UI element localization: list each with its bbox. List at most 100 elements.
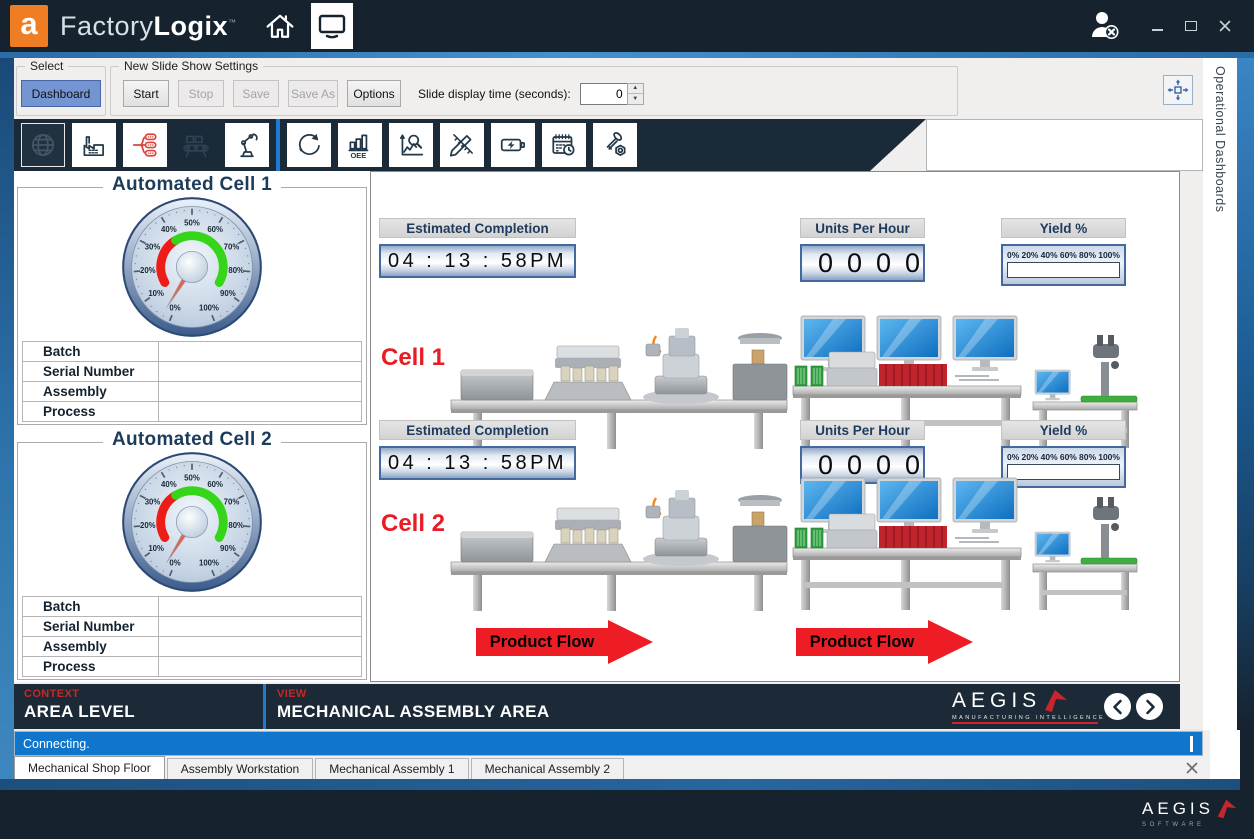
product-flow-arrow: Product Flow: [796, 620, 973, 664]
svg-text:70%: 70%: [224, 498, 240, 507]
context-block: CONTEXT AREA LEVEL: [24, 688, 135, 722]
yield-tick-labels: 0%20%40%60%80%100%: [1007, 250, 1120, 260]
yield-gauge: 0%20%40%60%80%100%: [1001, 244, 1126, 286]
robot-arm-icon-button[interactable]: [225, 123, 269, 167]
table-row: Assembly: [23, 382, 362, 402]
next-view-button[interactable]: [1136, 693, 1163, 720]
chart-analysis-icon-button[interactable]: [389, 123, 433, 167]
product-flow-arrow: Product Flow: [476, 620, 653, 664]
float-panel-button[interactable]: [1163, 75, 1193, 105]
units-per-hour-header: Units Per Hour: [800, 218, 925, 238]
aegis-software-logo: AEGIS SOFTWARE: [1142, 798, 1238, 828]
stop-button[interactable]: Stop: [178, 80, 224, 107]
cell-gauge: 0%10%20%30%40%50%60%70%80%90%100%: [119, 449, 265, 595]
titlebar: a FactoryLogix™: [0, 0, 1254, 52]
dashboard-tab-strip: Mechanical Shop Floor Assembly Workstati…: [14, 757, 1210, 779]
spin-down-icon[interactable]: ▼: [628, 94, 643, 104]
process-flow-icon-button[interactable]: [123, 123, 167, 167]
estimated-completion-display: 04 : 13 : 58PM: [379, 244, 576, 278]
group-title: Automated Cell 1: [103, 174, 281, 196]
filler: [1210, 730, 1240, 779]
oee-chart-icon-button[interactable]: OEE: [338, 123, 382, 167]
filler: [1240, 728, 1254, 790]
minimize-icon[interactable]: [1142, 13, 1172, 39]
table-row: Process: [23, 402, 362, 422]
options-button[interactable]: Options: [347, 80, 401, 107]
conveyor-icon-button[interactable]: [174, 123, 218, 167]
cell-2-equipment-illustration: [449, 466, 1149, 611]
svg-text:60%: 60%: [207, 480, 223, 489]
bottom-brand-bar: [0, 790, 1254, 839]
slide-time-label: Slide display time (seconds):: [418, 87, 571, 101]
globe-icon-button[interactable]: [21, 123, 65, 167]
estimated-completion-header: Estimated Completion: [379, 420, 576, 440]
slide-time-input[interactable]: [580, 83, 627, 105]
table-row: Process: [23, 657, 362, 677]
svg-text:OEE: OEE: [350, 151, 366, 160]
units-per-hour-display: 0000: [800, 244, 925, 282]
table-row: Batch: [23, 597, 362, 617]
schedule-icon-button[interactable]: [542, 123, 586, 167]
dashboard-button[interactable]: Dashboard: [21, 80, 101, 107]
aegis-flag-icon: [1216, 798, 1238, 820]
operational-dashboards-tab[interactable]: Operational Dashboards: [1213, 66, 1227, 730]
select-group-label: Select: [25, 59, 68, 73]
dashboards-monitor-icon[interactable]: [311, 3, 353, 49]
window-border-left: [0, 58, 14, 790]
svg-text:80%: 80%: [228, 521, 244, 530]
tab-mechanical-assembly-2[interactable]: Mechanical Assembly 2: [471, 758, 624, 779]
yield-header: Yield %: [1001, 420, 1126, 440]
toolbar-divider: [276, 119, 280, 171]
home-icon[interactable]: [263, 11, 297, 41]
toolbar-side-panel: [926, 119, 1203, 171]
refresh-icon-button[interactable]: [287, 123, 331, 167]
operational-dashboards-rail: Operational Dashboards: [1203, 58, 1237, 730]
svg-text:70%: 70%: [224, 243, 240, 252]
svg-text:40%: 40%: [161, 225, 177, 234]
close-tab-icon[interactable]: [1186, 762, 1198, 774]
view-block: VIEW MECHANICAL ASSEMBLY AREA: [277, 688, 550, 722]
automated-cell-2-group: Automated Cell 2 0%10%20%30%40%50%60%70%…: [17, 442, 367, 680]
save-as-button[interactable]: Save As: [288, 80, 338, 107]
svg-text:0%: 0%: [169, 304, 180, 313]
svg-text:10%: 10%: [148, 544, 164, 553]
svg-text:40%: 40%: [161, 480, 177, 489]
cell-status-panel: Automated Cell 1 0%10%20%30%40%50%60%70%…: [14, 171, 370, 682]
start-button[interactable]: Start: [123, 80, 169, 107]
brand-name: FactoryLogix™: [60, 11, 237, 42]
cell-1-label: Cell 1: [381, 344, 445, 372]
table-row: Assembly: [23, 637, 362, 657]
design-tools-icon-button[interactable]: [440, 123, 484, 167]
context-value: AREA LEVEL: [24, 702, 135, 722]
view-label: VIEW: [277, 688, 550, 700]
table-row: Serial Number: [23, 617, 362, 637]
svg-text:50%: 50%: [184, 218, 200, 227]
battery-power-icon-button[interactable]: [491, 123, 535, 167]
factory-icon-button[interactable]: [72, 123, 116, 167]
context-bar: CONTEXT AREA LEVEL VIEW MECHANICAL ASSEM…: [14, 684, 1180, 729]
previous-view-button[interactable]: [1104, 693, 1131, 720]
hardware-icon-button[interactable]: [593, 123, 637, 167]
progress-marker: [1190, 736, 1193, 752]
tab-assembly-workstation[interactable]: Assembly Workstation: [167, 758, 313, 779]
spin-up-icon[interactable]: ▲: [628, 84, 643, 95]
svg-text:90%: 90%: [220, 289, 236, 298]
slideshow-toolbar: Select Dashboard New Slide Show Settings…: [14, 58, 1203, 120]
factorylogix-window: a FactoryLogix™: [0, 0, 1254, 839]
window-border-bottom: [0, 779, 1240, 790]
svg-text:20%: 20%: [140, 521, 156, 530]
aegis-flag-icon: [1043, 688, 1069, 714]
estimated-completion-header: Estimated Completion: [379, 218, 576, 238]
tab-mechanical-assembly-1[interactable]: Mechanical Assembly 1: [315, 758, 468, 779]
user-signout-icon[interactable]: [1086, 9, 1124, 43]
window-scroll-strip[interactable]: [1237, 58, 1254, 730]
close-icon[interactable]: [1210, 13, 1240, 39]
automated-cell-1-group: Automated Cell 1 0%10%20%30%40%50%60%70%…: [17, 187, 367, 425]
svg-text:80%: 80%: [228, 266, 244, 275]
svg-text:100%: 100%: [199, 304, 219, 313]
save-button[interactable]: Save: [233, 80, 279, 107]
units-per-hour-header: Units Per Hour: [800, 420, 925, 440]
yield-bar-track: [1007, 262, 1120, 278]
restore-icon[interactable]: [1176, 13, 1206, 39]
tab-mechanical-shop-floor[interactable]: Mechanical Shop Floor: [14, 756, 165, 779]
